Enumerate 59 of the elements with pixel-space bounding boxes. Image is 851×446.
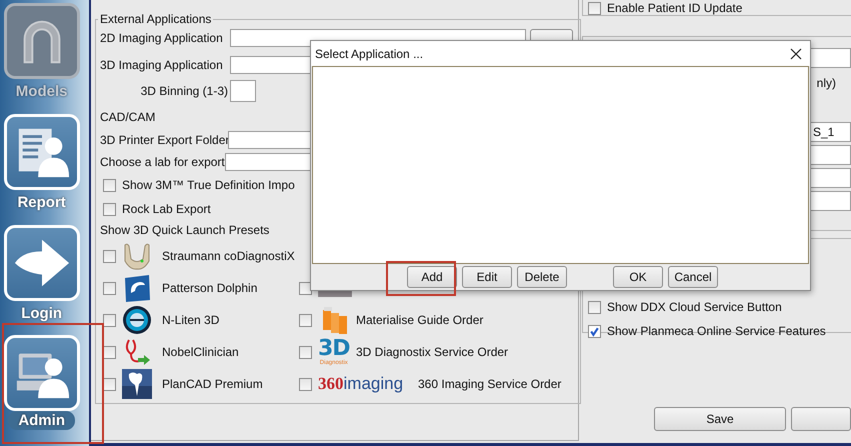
section-heading: Show 3D Quick Launch Presets [100,223,270,237]
field-label: 3D Imaging Application [100,58,224,72]
input-field[interactable]: S_1 [809,122,851,142]
field-label: 3D Binning (1-3) [140,84,229,98]
dialog-button[interactable]: Cancel [668,266,718,288]
field-label: 2D Imaging Application [100,31,224,45]
checkbox[interactable] [103,250,116,262]
button[interactable] [791,407,851,431]
preset-label: Straumann coDiagnostiX [162,249,295,263]
input-field[interactable] [809,191,851,211]
sidebar-label: Login [20,304,64,322]
preset-label: Patterson Dolphin [162,281,258,295]
dialog-button[interactable]: OK [613,266,663,288]
jaw-icon [122,241,152,271]
checkbox-label: Show DDX Cloud Service Button [607,300,782,314]
checkbox[interactable] [588,324,601,338]
preset-label: Materialise Guide Order [356,313,484,327]
dialog-button[interactable]: Delete [517,266,567,288]
sidebar-label: Models [14,82,68,101]
group-title: External Applications [99,12,212,26]
sidebar-label: Report [16,192,67,212]
dialog-button[interactable]: Edit [462,266,512,288]
checkbox-label: Rock Lab Export [122,202,211,216]
input-field[interactable] [809,168,851,188]
input-field[interactable] [230,80,256,102]
checkbox[interactable] [588,300,601,314]
tooth-icon [122,369,152,399]
preset-label: 360 Imaging Service Order [418,377,562,391]
checkbox[interactable] [103,378,116,390]
dolphin-icon [122,273,152,303]
preset-label: NobelClinician [162,345,239,359]
input-field[interactable] [809,145,851,165]
field-label: 3D Printer Export Folder [100,133,228,147]
section-heading: CAD/CAM [100,110,156,124]
save-button[interactable]: Save [654,407,786,431]
globe-icon [122,305,152,335]
checkbox-label: Show 3M™ True Definition Impo [122,178,295,192]
checkbox[interactable] [103,282,116,294]
preset-label: N-Liten 3D [162,313,220,327]
option-label: nly) [816,76,836,90]
logo: 360imaging [318,374,404,394]
preset-label: PlanCAD Premium [162,377,263,391]
checkbox[interactable] [103,178,116,192]
input-field[interactable] [809,48,851,68]
dialog-button[interactable]: Add [407,266,457,288]
checkbox-label: Show Planmeca Online Service Features [607,324,826,338]
preset-label: 3D Diagnostix Service Order [356,345,508,359]
dialog-title: Select Application ... [315,46,424,60]
checkbox[interactable] [103,314,116,326]
checkbox[interactable] [299,378,312,390]
close-icon[interactable] [790,48,802,60]
checkbox[interactable] [588,2,601,14]
checkbox-label: Enable Patient ID Update [607,1,742,15]
checkbox[interactable] [299,346,312,358]
checkbox[interactable] [103,346,116,358]
checkbox[interactable] [103,202,116,216]
sidebar-label: Admin [8,411,75,430]
field-label: Choose a lab for export [100,155,225,169]
checkbox[interactable] [299,314,312,326]
